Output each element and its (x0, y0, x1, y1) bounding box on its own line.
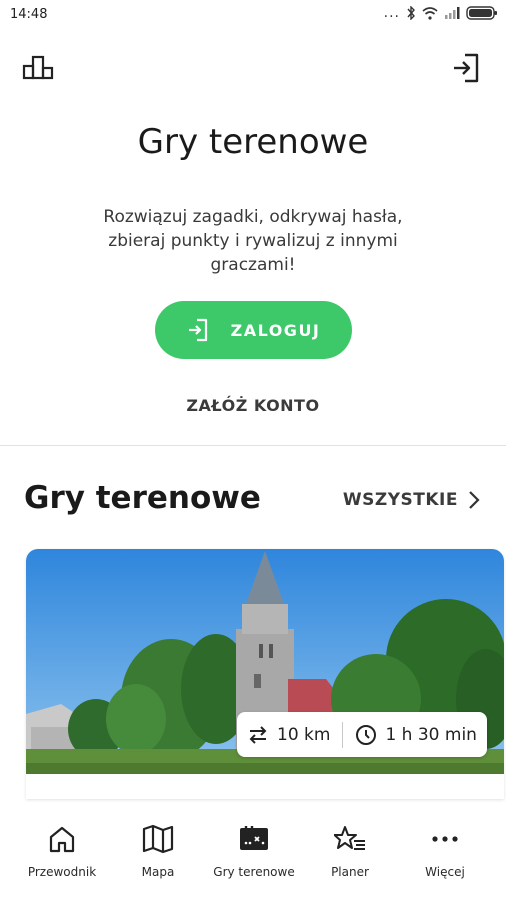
duration-value: 1 h 30 min (385, 724, 477, 745)
nav-item-gry-terenowe[interactable]: Gry terenowe (204, 823, 304, 879)
login-icon (454, 53, 479, 83)
login-button-label: ZALOGUJ (230, 320, 321, 340)
hero-title: Gry terenowe (137, 122, 369, 162)
home-icon (49, 826, 75, 853)
card-footer (26, 774, 504, 799)
bluetooth-icon (407, 6, 415, 20)
status-time: 14:48 (10, 7, 48, 22)
login-header-button[interactable] (448, 50, 484, 86)
bottom-navigation: Przewodnik Mapa Gry terenowe Planer Więc… (0, 805, 506, 900)
distance-info: 10 km (247, 724, 330, 746)
game-card[interactable] (26, 549, 504, 799)
leaderboard-button[interactable] (20, 50, 56, 86)
chevron-right-icon (469, 491, 480, 509)
status-bar: 14:48 ... (0, 0, 506, 30)
nav-item-planer[interactable]: Planer (300, 823, 400, 879)
nav-label: Więcej (425, 865, 465, 879)
games-icon (240, 826, 268, 850)
wifi-icon (422, 6, 438, 20)
nav-label: Gry terenowe (213, 865, 295, 879)
register-link[interactable]: ZAŁÓŻ KONTO (0, 396, 506, 415)
distance-value: 10 km (277, 724, 331, 745)
nav-label: Planer (331, 865, 369, 879)
map-icon (142, 824, 174, 854)
badge-separator (342, 721, 344, 748)
nav-label: Przewodnik (27, 865, 97, 879)
nav-item-przewodnik[interactable]: Przewodnik (12, 823, 112, 879)
route-icon (249, 725, 267, 744)
section-title: Gry terenowe (24, 480, 261, 516)
status-icons: ... (384, 6, 498, 20)
see-all-label: WSZYSTKIE (342, 490, 458, 510)
hero-description: Rozwiązuj zagadki, odkrywaj hasła, zbier… (103, 207, 403, 275)
signal-icon (445, 7, 460, 19)
nav-item-mapa[interactable]: Mapa (108, 823, 208, 879)
nav-label: Mapa (141, 865, 175, 879)
leaderboard-icon (22, 55, 54, 80)
login-button[interactable]: ZALOGUJ (155, 301, 352, 359)
clock-icon (356, 724, 377, 745)
notification-dots: ... (383, 5, 400, 21)
planner-icon (334, 826, 365, 850)
duration-info: 1 h 30 min (355, 724, 477, 746)
nav-item-wiecej[interactable]: Więcej (395, 823, 495, 879)
see-all-link[interactable]: WSZYSTKIE (343, 490, 480, 510)
more-icon (432, 836, 458, 842)
divider (0, 445, 506, 446)
battery-icon (466, 6, 497, 20)
login-icon (188, 318, 207, 342)
route-info-badge: 10 km 1 h 30 min (237, 712, 487, 757)
